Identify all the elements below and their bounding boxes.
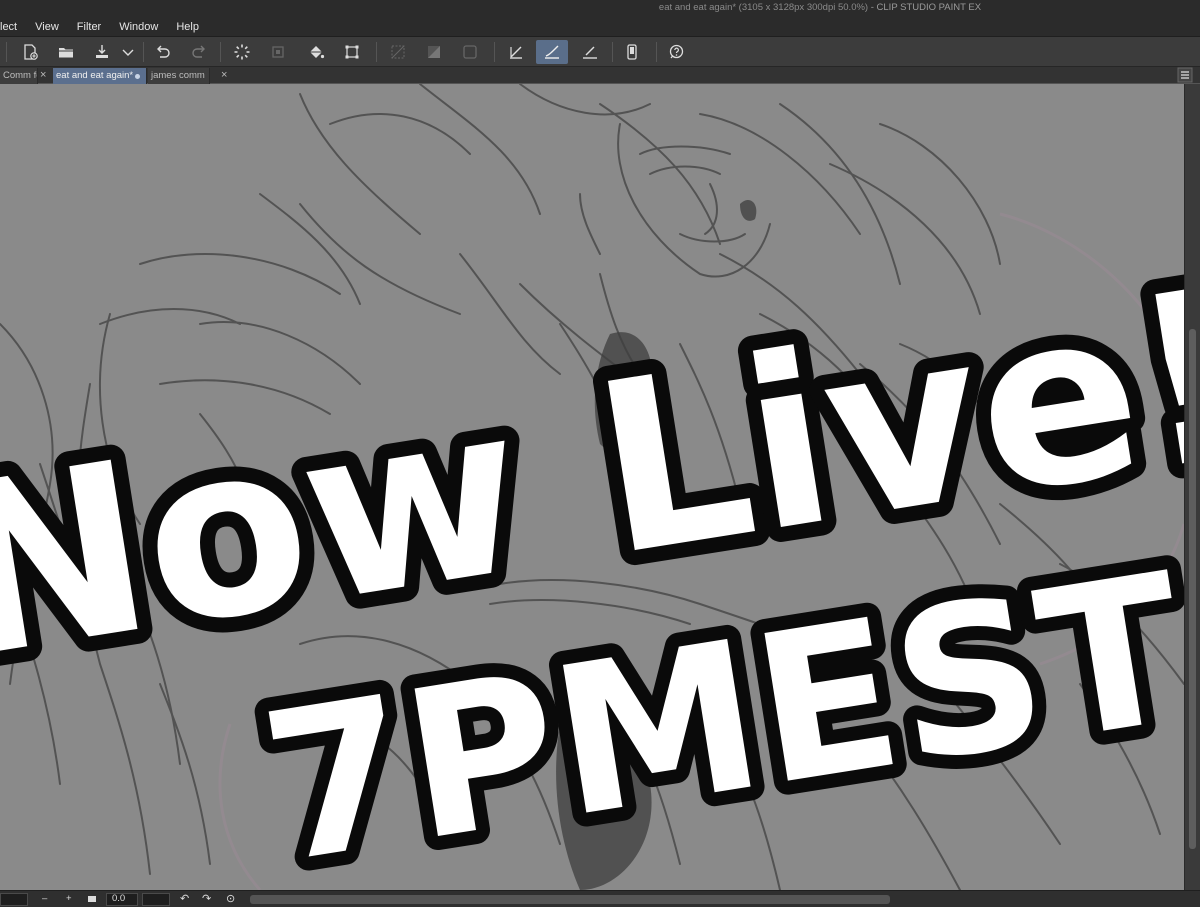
fit-screen-icon[interactable] (88, 896, 96, 902)
now-live-overlay: Now Live! 7PMEST (0, 222, 1184, 890)
redo-icon[interactable] (187, 40, 211, 64)
document-tab-bar: Comm fo × eat and eat again* james comm … (0, 67, 1200, 84)
open-icon[interactable] (54, 40, 78, 64)
show-selection-icon[interactable] (458, 40, 482, 64)
toolbar-separator (6, 42, 7, 62)
tab-james-comm[interactable]: james comm (148, 68, 210, 84)
menu-select[interactable]: lect (0, 19, 26, 35)
device-icon[interactable] (620, 40, 644, 64)
new-canvas-icon[interactable] (18, 40, 42, 64)
save-dropdown-icon[interactable] (118, 40, 138, 64)
loading-icon[interactable] (230, 40, 254, 64)
toolbar-separator (612, 42, 613, 62)
tab-modified-dot-icon (135, 74, 140, 79)
save-icon[interactable] (90, 40, 114, 64)
menu-view[interactable]: View (26, 19, 68, 35)
window-app-name: - CLIP STUDIO PAINT EX (870, 2, 982, 13)
vertical-scrollbar[interactable] (1184, 84, 1200, 890)
rotation-value: 0.0 (112, 893, 126, 904)
drawing-canvas[interactable]: Now Live! 7PMEST (0, 84, 1184, 890)
command-bar (0, 37, 1200, 67)
invert-selection-icon[interactable] (422, 40, 446, 64)
rotate-left-icon[interactable]: ↶ (180, 892, 189, 906)
snap-special-ruler-icon[interactable] (536, 40, 568, 64)
window-title-text: eat and eat again* (3105 x 3128px 300dpi… (658, 2, 869, 13)
toolbar-separator (376, 42, 377, 62)
tab-close-icon[interactable]: × (40, 68, 46, 83)
reset-rotation-icon[interactable]: ⊙ (226, 892, 235, 906)
snap-ruler-icon[interactable] (504, 40, 528, 64)
window-title: eat and eat again* (3105 x 3128px 300dpi… (0, 2, 1200, 13)
deselect-icon[interactable] (386, 40, 410, 64)
rotation-field[interactable]: 0.0 (106, 893, 138, 906)
clear-icon[interactable] (266, 40, 290, 64)
vertical-scroll-thumb[interactable] (1189, 329, 1196, 849)
toolbar-separator (494, 42, 495, 62)
zoom-in-button[interactable]: + (66, 892, 72, 906)
help-icon[interactable] (664, 40, 688, 64)
tab-list-menu-icon[interactable] (1177, 67, 1193, 83)
tab-label: Comm fo (3, 70, 38, 81)
toolbar-separator (143, 42, 144, 62)
tab-label: james comm (151, 70, 205, 81)
status-bar: – + 0.0 ↶ ↷ ⊙ (0, 890, 1200, 907)
menu-filter[interactable]: Filter (68, 19, 110, 35)
menu-window[interactable]: Window (110, 19, 167, 35)
tab-eat-and-eat-again[interactable]: eat and eat again* (53, 68, 147, 84)
horizontal-scroll-thumb[interactable] (250, 895, 890, 904)
zoom-slider[interactable] (0, 893, 28, 906)
snap-grid-icon[interactable] (578, 40, 602, 64)
rotation-slider[interactable] (142, 893, 170, 906)
menu-items: lect View Filter Window Help (0, 19, 208, 35)
transform-icon[interactable] (340, 40, 364, 64)
menu-bar: eat and eat again* (3105 x 3128px 300dpi… (0, 0, 1200, 37)
zoom-out-button[interactable]: – (42, 892, 47, 906)
toolbar-separator (220, 42, 221, 62)
toolbar-separator (656, 42, 657, 62)
fill-icon[interactable] (304, 40, 328, 64)
tab-label: eat and eat again* (56, 70, 134, 81)
menu-help[interactable]: Help (167, 19, 208, 35)
tab-close-icon[interactable]: × (221, 68, 227, 83)
tab-comm[interactable]: Comm fo (0, 68, 38, 84)
undo-icon[interactable] (151, 40, 175, 64)
rotate-right-icon[interactable]: ↷ (202, 892, 211, 906)
